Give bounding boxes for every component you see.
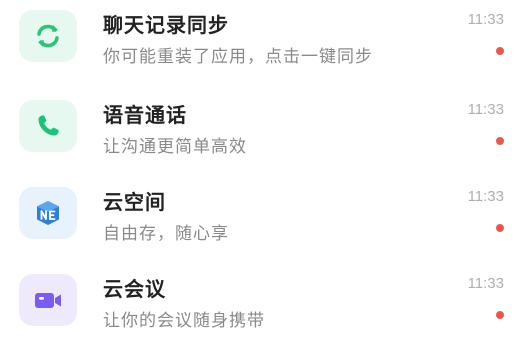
unread-badge [496,224,504,232]
cloud-drive-icon [37,201,59,225]
unread-badge [496,47,504,55]
item-subtitle: 你可能重装了应用，点击一键同步 [103,47,373,67]
item-timestamp: 11:33 [467,101,504,118]
item-timestamp: 11:33 [467,11,504,28]
sync-icon [37,24,59,48]
list-item-cloud-space[interactable]: 云空间 自由存，随心享 11:33 [0,167,532,255]
voice-call-tile [19,100,77,152]
phone-icon [38,115,59,136]
item-timestamp: 11:33 [467,188,504,205]
chat-sync-tile [19,10,77,62]
list-item-cloud-meeting[interactable]: 云会议 让你的会议随身携带 11:33 [0,254,532,342]
item-timestamp: 11:33 [467,275,504,292]
list-item-chat-sync[interactable]: 聊天记录同步 你可能重装了应用，点击一键同步 11:33 [0,0,532,78]
item-subtitle: 自由存，随心享 [103,224,229,244]
cloud-meeting-tile [19,274,77,326]
video-camera-icon [35,293,61,308]
item-title: 云会议 [103,277,166,301]
item-subtitle: 让沟通更简单高效 [103,137,247,157]
cloud-space-tile [19,187,77,239]
unread-badge [496,311,504,319]
item-title: 云空间 [103,190,166,214]
item-title: 聊天记录同步 [103,13,229,37]
item-subtitle: 让你的会议随身携带 [103,311,265,331]
list-item-voice-call[interactable]: 语音通话 让沟通更简单高效 11:33 [0,80,532,168]
unread-badge [496,137,504,145]
conversation-list: 聊天记录同步 你可能重装了应用，点击一键同步 11:33 语音通话 让沟通更简单… [0,0,532,331]
item-title: 语音通话 [103,103,187,127]
